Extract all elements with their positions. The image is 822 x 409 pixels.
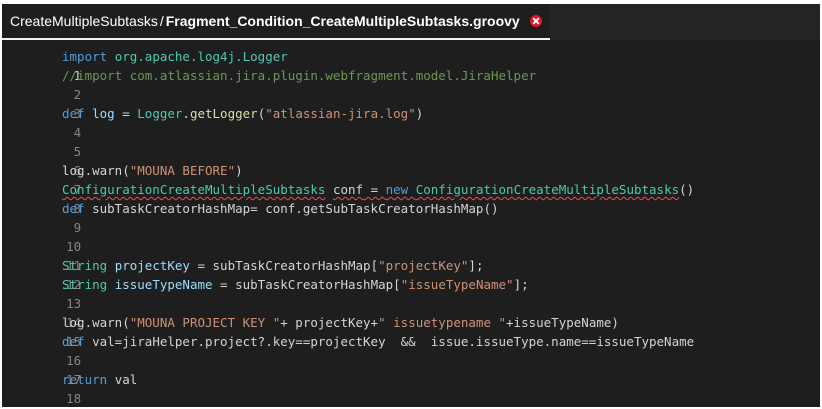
code-line: 6 — [2, 142, 820, 178]
close-icon[interactable] — [529, 15, 542, 27]
code-line: 18 return val — [2, 370, 820, 406]
line-number: 18 — [66, 391, 82, 406]
line-content: //import com.atlassian.jira.plugin.webfr… — [62, 68, 537, 83]
line-content: return val — [62, 372, 138, 387]
code-line: 15 log.warn("MOUNA PROJECT KEY "+ projec… — [2, 313, 820, 349]
code-line: 9 def subTaskCreatorHashMap= conf.getSub… — [2, 199, 820, 235]
code-line: 7 log.warn("MOUNA BEFORE") — [2, 161, 820, 197]
code-line: 11 — [2, 237, 820, 273]
line-content: def val=jiraHelper.project?.key==project… — [62, 334, 695, 349]
code-line: 1 import org.apache.log4j.Logger — [2, 47, 820, 83]
code-line: 8 ConfigurationCreateMultipleSubtasks co… — [2, 180, 820, 216]
code-line: 10 — [2, 218, 820, 254]
line-content: log.warn("MOUNA PROJECT KEY "+ projectKe… — [62, 315, 619, 330]
line-content: import org.apache.log4j.Logger — [62, 49, 288, 64]
code-line: 16 def val=jiraHelper.project?.key==proj… — [2, 332, 820, 368]
code-line: 5 — [2, 123, 820, 159]
line-content: log.warn("MOUNA BEFORE") — [62, 163, 243, 178]
line-content: def subTaskCreatorHashMap= conf.getSubTa… — [62, 201, 499, 216]
code-line: 4 def log = Logger.getLogger("atlassian-… — [2, 104, 820, 140]
tab-file-label: Fragment_Condition_CreateMultipleSubtask… — [165, 13, 520, 29]
code-line: 17 — [2, 351, 820, 387]
code-area[interactable]: 1 import org.apache.log4j.Logger 2 //imp… — [2, 47, 820, 406]
code-line: 2 //import com.atlassian.jira.plugin.web… — [2, 66, 820, 102]
line-content: String projectKey = subTaskCreatorHashMa… — [62, 258, 484, 273]
tab-folder-label: CreateMultipleSubtasks — [10, 13, 158, 29]
tab-bar: CreateMultipleSubtasks / Fragment_Conditio… — [2, 4, 820, 40]
line-content: def log = Logger.getLogger("atlassian-ji… — [62, 106, 424, 121]
code-line: 12 String projectKey = subTaskCreatorHas… — [2, 256, 820, 292]
code-line: 13 String issueTypeName = subTaskCreator… — [2, 275, 820, 311]
line-content: String issueTypeName = subTaskCreatorHas… — [62, 277, 529, 292]
code-line: 14 — [2, 294, 820, 330]
code-editor[interactable]: CreateMultipleSubtasks / Fragment_Conditio… — [2, 4, 820, 407]
tab-path-separator: / — [159, 13, 164, 29]
code-line: 3 — [2, 85, 820, 121]
line-content: ConfigurationCreateMultipleSubtasks conf… — [62, 182, 695, 197]
tab-groovy-file[interactable]: CreateMultipleSubtasks / Fragment_Conditio… — [2, 4, 550, 40]
